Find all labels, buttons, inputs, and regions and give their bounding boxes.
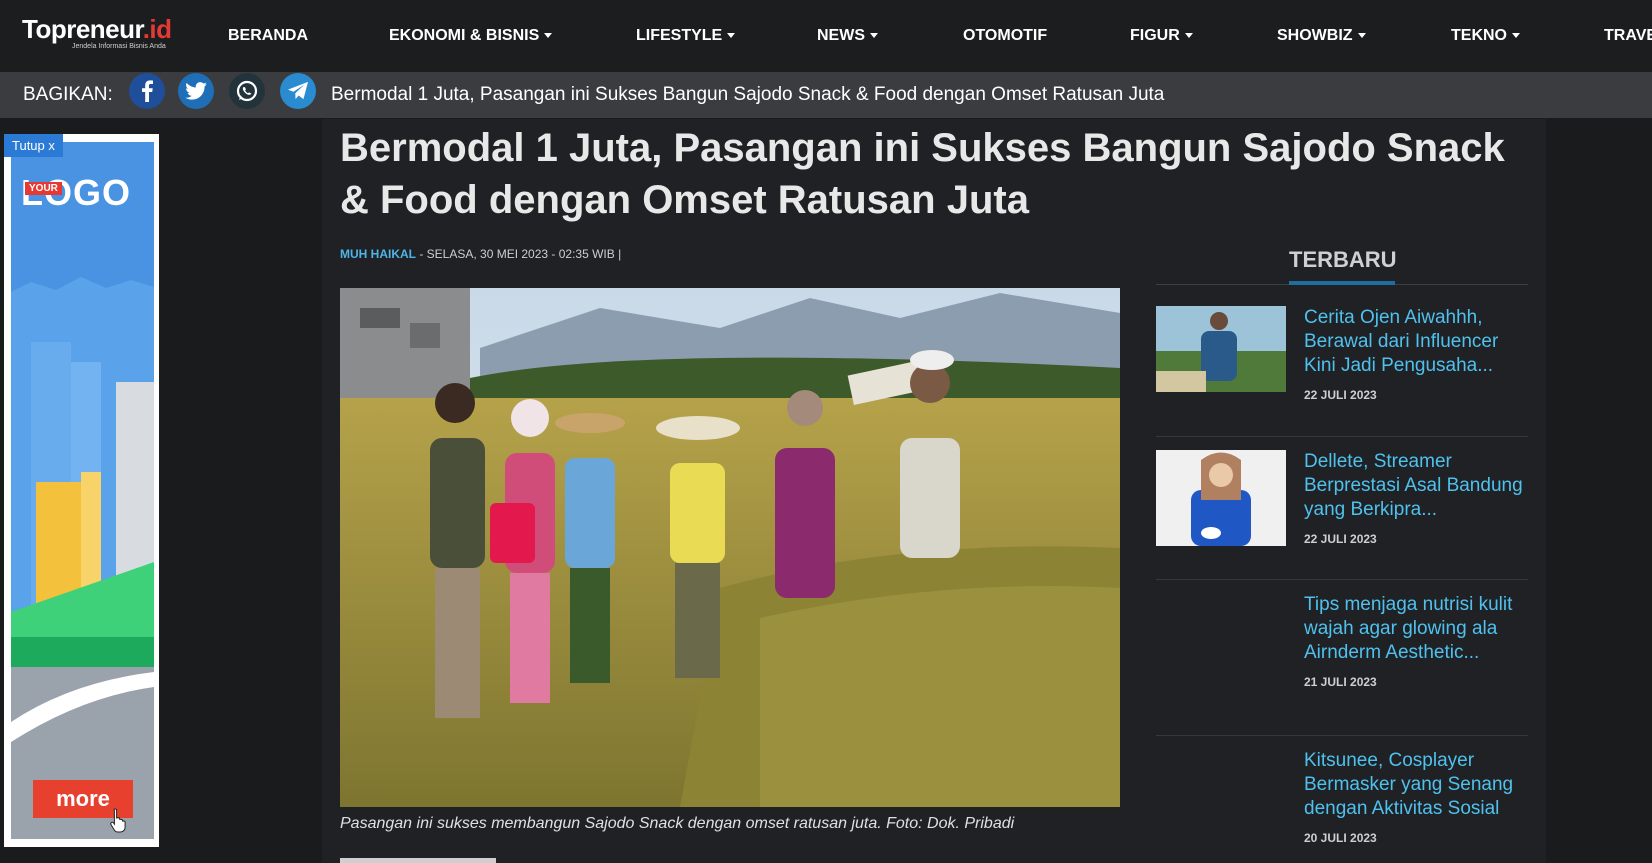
facebook-icon[interactable] <box>129 73 165 109</box>
news-title[interactable]: Cerita Ojen Aiwahhh, Berawal dari Influe… <box>1304 306 1528 378</box>
caret-down-icon <box>727 33 736 39</box>
nav-item-travel[interactable]: TRAVE <box>1604 27 1652 45</box>
caret-down-icon <box>870 33 878 39</box>
telegram-icon[interactable] <box>280 73 316 109</box>
sidebar-news-item[interactable]: Kitsunee, Cosplayer Bermasker yang Senan… <box>1156 749 1528 849</box>
news-title[interactable]: Dellete, Streamer Berprestasi Asal Bandu… <box>1304 450 1528 522</box>
caret-down-icon <box>1512 33 1520 39</box>
ad-banner-image[interactable]: LOGO YOUR more <box>11 142 154 839</box>
sidebar-heading-accent <box>1289 281 1395 285</box>
news-date: 22 JULI 2023 <box>1304 532 1377 546</box>
next-image-thumb <box>340 858 496 863</box>
news-date: 21 JULI 2023 <box>1304 675 1377 689</box>
ad-logo-badge: YOUR <box>25 182 62 195</box>
sidebar-divider <box>1156 436 1528 437</box>
sidebar-news-item[interactable]: Dellete, Streamer Berprestasi Asal Bandu… <box>1156 450 1528 550</box>
caret-down-icon <box>1357 33 1366 39</box>
logo-suffix: .id <box>142 14 172 44</box>
news-title[interactable]: Tips menjaga nutrisi kulit wajah agar gl… <box>1304 593 1528 665</box>
nav-item-news[interactable]: NEWS <box>817 27 878 45</box>
news-date: 20 JULI 2023 <box>1304 831 1377 845</box>
nav-item-beranda[interactable]: BERANDA <box>228 27 308 45</box>
article-date: - SELASA, 30 MEI 2023 - 02:35 WIB | <box>416 247 622 261</box>
news-title[interactable]: Kitsunee, Cosplayer Bermasker yang Senan… <box>1304 749 1528 821</box>
ad-close-button[interactable]: Tutup x <box>4 134 63 157</box>
nav-item-figur[interactable]: FIGUR <box>1130 27 1193 45</box>
article-hero-image <box>340 288 1120 807</box>
image-caption: Pasangan ini sukses membangun Sajodo Sna… <box>340 815 1015 832</box>
sidebar-divider <box>1156 735 1528 736</box>
sidebar-news-item[interactable]: Cerita Ojen Aiwahhh, Berawal dari Influe… <box>1156 306 1528 406</box>
whatsapp-icon[interactable] <box>229 73 265 109</box>
nav-item-lifestyle[interactable]: LIFESTYLE <box>636 27 736 45</box>
site-logo[interactable]: Topreneur.id Jendela Informasi Bisnis An… <box>22 16 172 56</box>
article-title: Bermodal 1 Juta, Pasangan ini Sukses Ban… <box>340 126 1505 222</box>
sidebar-news-item[interactable]: Tips menjaga nutrisi kulit wajah agar gl… <box>1156 593 1528 693</box>
article-author[interactable]: MUH HAIKAL <box>340 247 416 261</box>
nav-item-showbiz[interactable]: SHOWBIZ <box>1277 27 1366 45</box>
logo-tagline: Jendela Informasi Bisnis Anda <box>72 43 166 50</box>
news-date: 22 JULI 2023 <box>1304 388 1377 402</box>
side-advertisement[interactable]: LOGO YOUR more <box>4 134 159 847</box>
article-meta: MUH HAIKAL - SELASA, 30 MEI 2023 - 02:35… <box>340 247 621 261</box>
news-thumbnail[interactable] <box>1156 450 1286 546</box>
share-label: BAGIKAN: <box>23 84 113 105</box>
sidebar-heading: TERBARU <box>1289 247 1397 272</box>
twitter-icon[interactable] <box>178 73 214 109</box>
caret-down-icon <box>544 33 553 39</box>
nav-item-ekonomi-bisnis[interactable]: EKONOMI & BISNIS <box>389 27 553 45</box>
nav-item-tekno[interactable]: TEKNO <box>1451 27 1520 45</box>
news-thumbnail[interactable] <box>1156 306 1286 402</box>
share-article-title: Bermodal 1 Juta, Pasangan ini Sukses Ban… <box>331 84 1165 105</box>
nav-item-otomotif[interactable]: OTOMOTIF <box>963 27 1047 45</box>
logo-name: Topreneur <box>22 14 143 44</box>
sidebar-divider <box>1156 579 1528 580</box>
hand-cursor-icon <box>110 808 126 833</box>
caret-down-icon <box>1184 33 1193 39</box>
top-navbar: Topreneur.id Jendela Informasi Bisnis An… <box>0 0 1652 73</box>
